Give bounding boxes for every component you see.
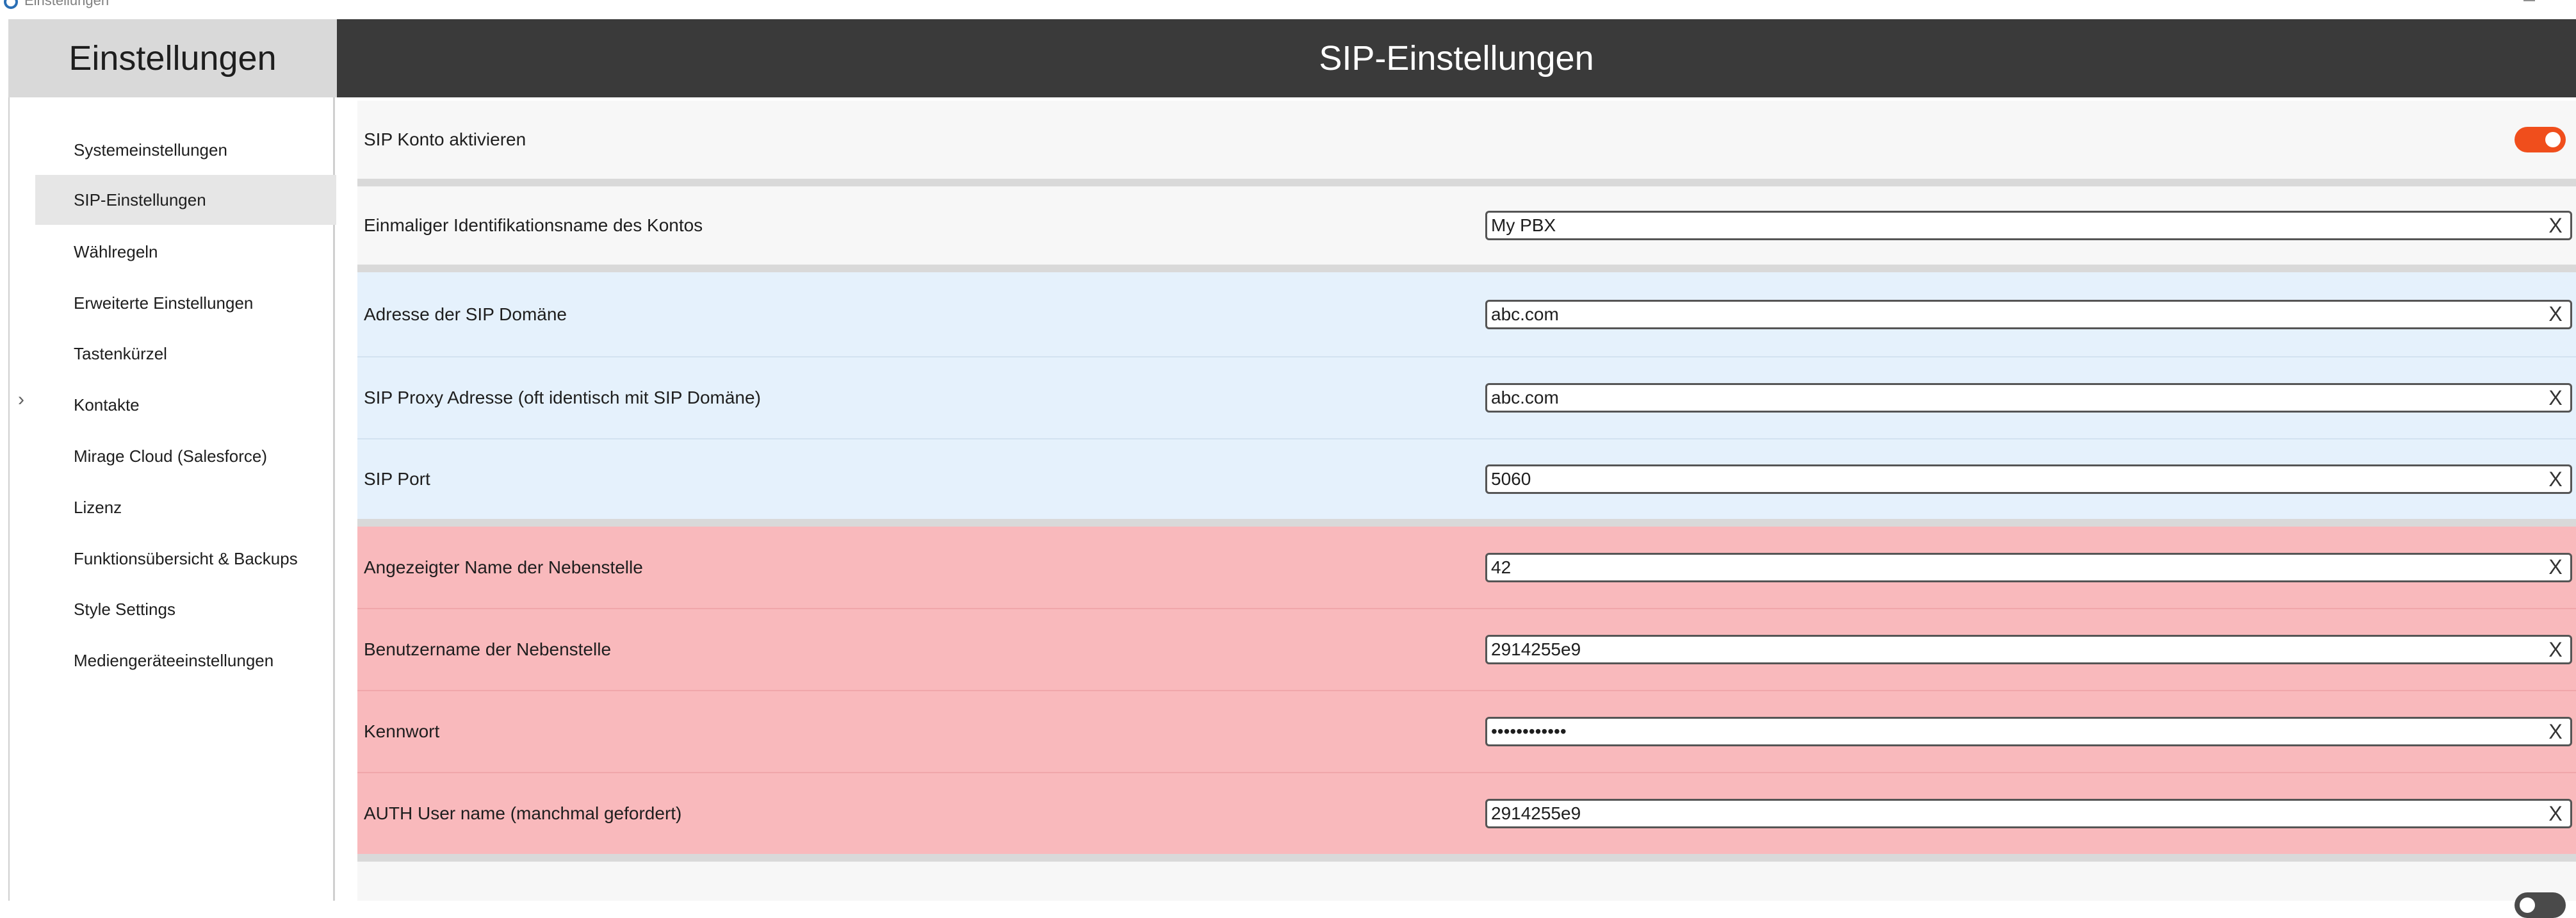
setting-row-sip-port: SIP Port X xyxy=(357,439,2576,519)
setting-label: SIP Port xyxy=(364,469,430,489)
clear-icon[interactable]: X xyxy=(2546,555,2565,580)
sidebar-item-label: SIP-Einstellungen xyxy=(74,190,206,209)
setting-row-auth-user: AUTH User name (manchmal gefordert) X xyxy=(357,773,2576,854)
sidebar-item-label: Erweiterte Einstellungen xyxy=(74,293,254,313)
toggle-knob xyxy=(2520,898,2535,913)
setting-label: Benutzername der Nebenstelle xyxy=(364,639,612,659)
sidebar-item-label: Lizenz xyxy=(74,497,122,517)
sidebar-item-label: Mediengeräteeinstellungen xyxy=(74,650,274,670)
setting-row-sip-domain: Adresse der SIP Domäne X xyxy=(357,272,2576,356)
app-logo-icon xyxy=(4,0,18,9)
setting-label: AUTH User name (manchmal gefordert) xyxy=(364,803,682,823)
clear-icon[interactable]: X xyxy=(2546,637,2565,662)
setting-label: Einmaliger Identifikationsname des Konto… xyxy=(364,215,703,235)
setting-label: SIP Konto aktivieren xyxy=(364,129,526,149)
setting-row-username: Benutzername der Nebenstelle X xyxy=(357,609,2576,690)
account-name-input[interactable] xyxy=(1491,213,2529,238)
sidebar-item-kontakte[interactable]: Kontakte xyxy=(35,380,336,430)
setting-row-account-active: SIP Konto aktivieren xyxy=(357,101,2576,179)
section-divider xyxy=(357,179,2576,186)
account-name-field: X xyxy=(1485,211,2572,240)
clear-icon[interactable]: X xyxy=(2546,213,2565,238)
sidebar-header: Einstellungen xyxy=(8,19,337,97)
clear-icon[interactable]: X xyxy=(2546,719,2565,744)
window-title: Einstellungen xyxy=(24,0,110,8)
sidebar-item-label: Style Settings xyxy=(74,599,175,619)
clear-icon[interactable]: X xyxy=(2546,801,2565,826)
settings-content: SIP Konto aktivieren Einmaliger Identifi… xyxy=(337,97,2576,918)
setting-label: Adresse der SIP Domäne xyxy=(364,304,567,324)
sidebar-item-style-settings[interactable]: Style Settings xyxy=(35,584,336,634)
sip-proxy-field: X xyxy=(1485,383,2572,413)
section-divider xyxy=(357,265,2576,272)
clear-icon[interactable]: X xyxy=(2546,466,2565,492)
setting-row-sip-proxy: SIP Proxy Adresse (oft identisch mit SIP… xyxy=(357,357,2576,438)
setting-label: Angezeigter Name der Nebenstelle xyxy=(364,557,643,577)
setting-label: Kennwort xyxy=(364,721,440,741)
sidebar-item-erweiterte-einstellungen[interactable]: Erweiterte Einstellungen xyxy=(35,278,336,328)
sidebar-item-mirage-cloud[interactable]: Mirage Cloud (Salesforce) xyxy=(35,431,336,481)
section-divider xyxy=(357,854,2576,862)
display-name-field: X xyxy=(1485,552,2572,582)
sidebar-item-label: Funktionsübersicht & Backups xyxy=(74,548,298,568)
setting-row-account-name: Einmaliger Identifikationsname des Konto… xyxy=(357,186,2576,265)
setting-row-partial xyxy=(357,862,2576,918)
partial-row-toggle[interactable] xyxy=(2515,892,2566,918)
auth-user-field: X xyxy=(1485,799,2572,828)
sip-port-input[interactable] xyxy=(1491,466,2529,492)
sidebar-item-systemeinstellungen[interactable]: Systemeinstellungen xyxy=(35,125,336,175)
account-active-toggle[interactable] xyxy=(2515,127,2566,152)
maximize-button[interactable] xyxy=(2523,0,2535,1)
sidebar-item-sip-einstellungen[interactable]: SIP-Einstellungen xyxy=(35,175,336,225)
sidebar-item-lizenz[interactable]: Lizenz xyxy=(35,482,336,532)
setting-row-password: Kennwort X xyxy=(357,691,2576,772)
clear-icon[interactable]: X xyxy=(2546,385,2565,411)
sip-domain-input[interactable] xyxy=(1491,301,2529,327)
sidebar-item-label: Kontakte xyxy=(74,395,140,414)
window-titlebar: Einstellungen xyxy=(0,0,2576,19)
sidebar-item-label: Wählregeln xyxy=(74,242,158,261)
password-field: X xyxy=(1485,717,2572,746)
toggle-knob xyxy=(2545,132,2561,147)
section-divider xyxy=(357,519,2576,527)
username-field: X xyxy=(1485,635,2572,664)
sidebar: Systemeinstellungen SIP-Einstellungen Wä… xyxy=(8,97,336,901)
sip-proxy-input[interactable] xyxy=(1491,385,2529,411)
sidebar-item-waehlregeln[interactable]: Wählregeln xyxy=(35,227,336,277)
page-header: SIP-Einstellungen xyxy=(337,19,2576,97)
auth-user-input[interactable] xyxy=(1491,801,2529,826)
sidebar-item-label: Tastenkürzel xyxy=(74,343,167,363)
sidebar-item-label: Systemeinstellungen xyxy=(74,140,227,160)
page-title: SIP-Einstellungen xyxy=(1319,39,1594,78)
setting-row-display-name: Angezeigter Name der Nebenstelle X xyxy=(357,527,2576,608)
username-input[interactable] xyxy=(1491,637,2529,662)
sip-domain-field: X xyxy=(1485,299,2572,329)
sidebar-title: Einstellungen xyxy=(69,39,277,78)
password-input[interactable] xyxy=(1491,719,2529,744)
sidebar-item-funktionsuebersicht[interactable]: Funktionsübersicht & Backups xyxy=(35,534,336,584)
sidebar-item-label: Mirage Cloud (Salesforce) xyxy=(74,446,268,466)
sidebar-item-tastenkuerzel[interactable]: Tastenkürzel xyxy=(35,329,336,379)
setting-label: SIP Proxy Adresse (oft identisch mit SIP… xyxy=(364,388,761,407)
chevron-right-icon[interactable]: › xyxy=(18,389,24,411)
sip-port-field: X xyxy=(1485,464,2572,494)
sidebar-item-mediengeraeteeinstellungen[interactable]: Mediengeräteeinstellungen xyxy=(35,635,336,685)
display-name-input[interactable] xyxy=(1491,554,2529,580)
clear-icon[interactable]: X xyxy=(2546,302,2565,327)
